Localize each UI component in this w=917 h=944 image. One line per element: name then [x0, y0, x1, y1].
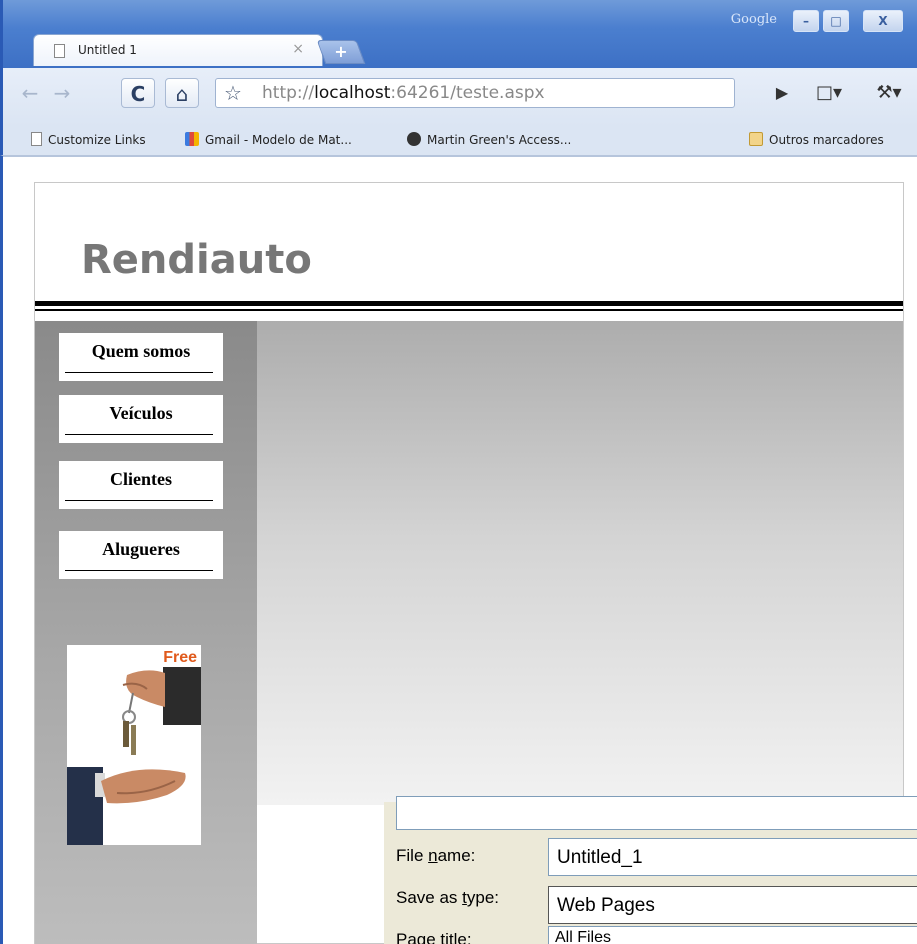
back-button[interactable]: ← — [15, 78, 45, 108]
label-text: ame: — [437, 846, 476, 865]
nav-underline — [65, 372, 213, 373]
titlebar-brand: Google — [730, 12, 777, 27]
url-text: http://localhost:64261/teste.aspx — [262, 83, 545, 103]
url-host: localhost — [314, 83, 391, 103]
nav-label: Clientes — [110, 469, 172, 489]
nav-clientes[interactable]: Clientes — [59, 461, 223, 509]
bookmark-gmail[interactable]: Gmail - Modelo de Mat... — [185, 132, 352, 147]
page-menu-button[interactable]: □▾ — [809, 78, 849, 108]
bookmark-label: Gmail - Modelo de Mat... — [205, 133, 352, 147]
file-list-box[interactable] — [396, 796, 917, 830]
promo-free-text: Free — [163, 649, 197, 666]
save-as-type-label: Save as type: — [396, 888, 499, 908]
title-bar: Google – □ X Untitled 1 × + — [0, 0, 917, 70]
label-text: ype: — [466, 888, 500, 907]
page-icon — [31, 132, 42, 146]
type-dropdown-option[interactable]: All Files — [548, 926, 917, 944]
nav-underline — [65, 434, 213, 435]
access-icon — [407, 132, 421, 146]
address-bar[interactable]: ☆ http://localhost:64261/teste.aspx — [215, 78, 735, 108]
nav-label: Quem somos — [91, 341, 191, 361]
forward-button[interactable]: → — [47, 78, 77, 108]
label-text: File — [396, 846, 429, 865]
browser-toolbar: ← → C ⌂ ☆ http://localhost:64261/teste.a… — [0, 68, 917, 126]
file-name-input[interactable]: Untitled_1 — [548, 838, 917, 876]
bookmark-other-folder[interactable]: Outros marcadores — [749, 132, 884, 147]
folder-icon — [749, 132, 763, 146]
tab-untitled[interactable]: Untitled 1 × — [33, 34, 323, 66]
tab-close-icon[interactable]: × — [292, 41, 304, 57]
gmail-icon — [185, 132, 199, 146]
nav-underline — [65, 570, 213, 571]
label-mnemonic: n — [428, 846, 438, 865]
minimize-button[interactable]: – — [793, 10, 819, 32]
home-button[interactable]: ⌂ — [165, 78, 199, 108]
bookmark-martin-green[interactable]: Martin Green's Access... — [407, 132, 571, 147]
star-icon[interactable]: ☆ — [224, 81, 242, 105]
site-title: Rendiauto — [81, 237, 312, 283]
keys-promo-image: Free — [67, 645, 201, 845]
save-as-dialog: File name: Untitled_1 Save as type: Web … — [384, 796, 917, 944]
save-as-type-select[interactable]: Web Pages — [548, 886, 917, 924]
go-button[interactable]: ▶ — [769, 78, 795, 108]
nav-label: Veículos — [109, 403, 173, 423]
hands-keys-icon — [67, 667, 201, 845]
bookmark-customize-links[interactable]: Customize Links — [31, 132, 146, 147]
label-text: Save as — [396, 888, 463, 907]
sidebar: Quem somos Veículos Clientes Alugueres F… — [35, 321, 257, 944]
nav-alugueres[interactable]: Alugueres — [59, 531, 223, 579]
divider — [3, 156, 917, 157]
reload-button[interactable]: C — [121, 78, 155, 108]
nav-underline — [65, 500, 213, 501]
url-rest: :64261/teste.aspx — [390, 83, 545, 103]
wrench-menu-button[interactable]: ⚒▾ — [869, 78, 909, 108]
bookmark-label: Outros marcadores — [769, 133, 884, 147]
header-rule-thin — [35, 309, 903, 311]
plus-icon: + — [334, 42, 348, 61]
new-tab-button[interactable]: + — [316, 40, 366, 64]
bookmark-label: Martin Green's Access... — [427, 133, 572, 147]
maximize-button[interactable]: □ — [823, 10, 849, 32]
bookmarks-bar: Customize Links Gmail - Modelo de Mat...… — [0, 126, 917, 156]
file-name-label: File name: — [396, 846, 475, 866]
nav-quem-somos[interactable]: Quem somos — [59, 333, 223, 381]
page-title-label: Page title: — [396, 930, 472, 944]
nav-veiculos[interactable]: Veículos — [59, 395, 223, 443]
close-window-button[interactable]: X — [863, 10, 903, 32]
page-icon — [54, 44, 65, 58]
main-content-area — [257, 321, 903, 805]
nav-label: Alugueres — [102, 539, 180, 559]
header-rule — [35, 301, 903, 306]
url-prefix: http:// — [262, 83, 315, 103]
tab-title: Untitled 1 — [78, 43, 137, 57]
bookmark-label: Customize Links — [48, 133, 146, 147]
